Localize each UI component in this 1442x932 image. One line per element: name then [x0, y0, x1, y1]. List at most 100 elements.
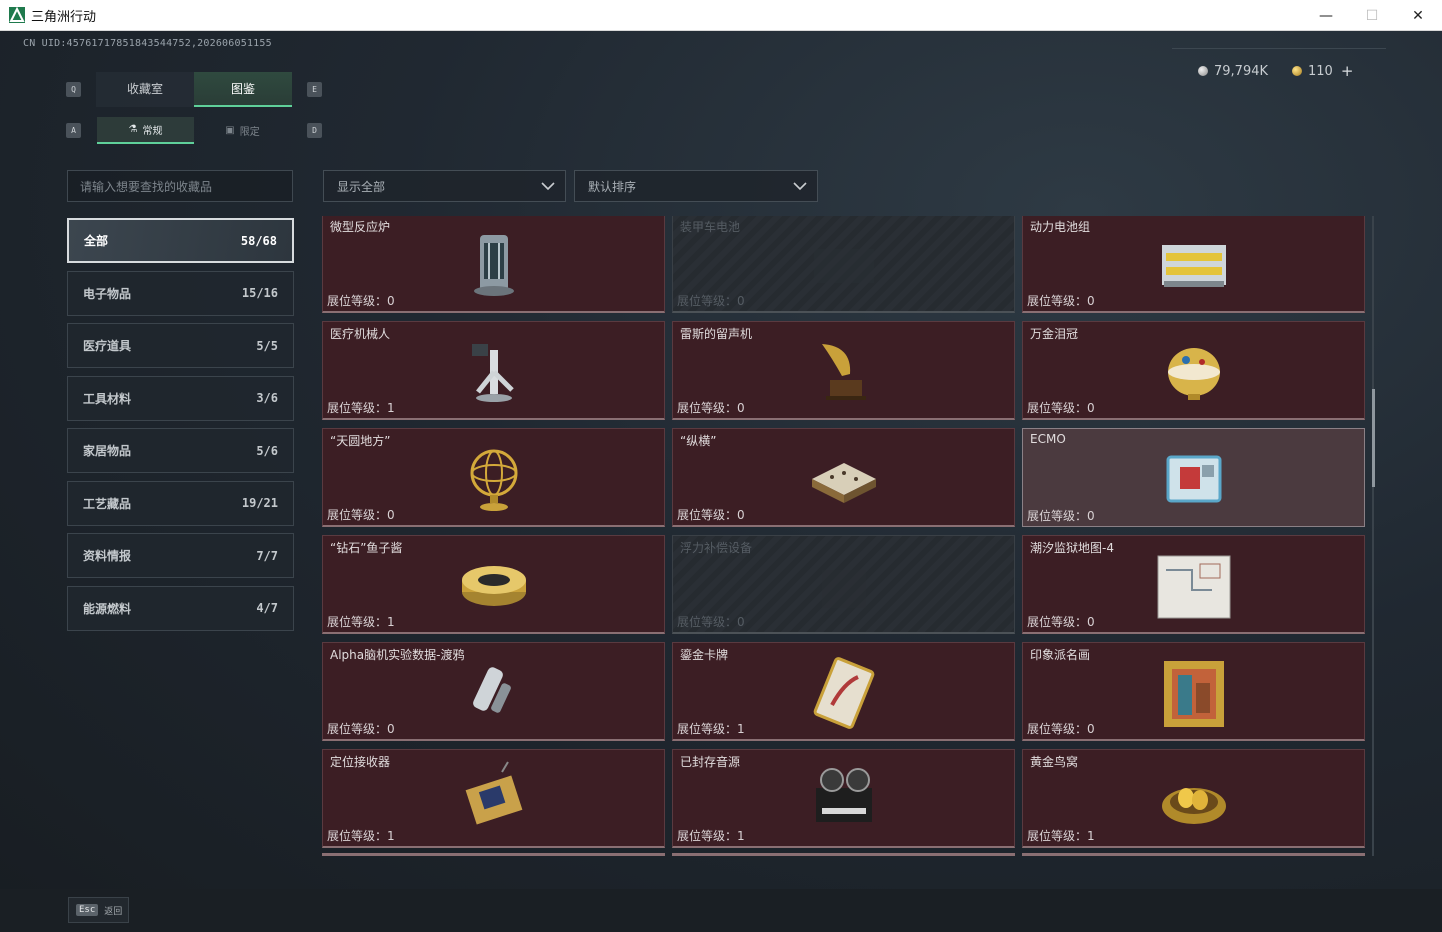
footer-bar [0, 889, 1442, 932]
category-count: 3/6 [256, 391, 278, 405]
booth-level: 展位等级：0 [327, 720, 395, 737]
booth-level-value: 0 [387, 722, 395, 736]
collectible-name: “天圆地方” [330, 434, 391, 448]
data-canister-icon [452, 653, 536, 731]
booth-level-label: 展位等级： [327, 294, 388, 308]
minimize-button[interactable]: — [1303, 0, 1349, 31]
collectible-name: 微型反应炉 [330, 220, 391, 234]
booth-level: 展位等级：0 [1027, 399, 1095, 416]
tab-regular[interactable]: ⚗ 常规 [97, 117, 194, 144]
add-currency-button[interactable]: + [1341, 62, 1354, 80]
scrollbar-thumb[interactable] [1372, 389, 1375, 487]
battery-pack-icon [1152, 225, 1236, 303]
window-title: 三角洲行动 [31, 9, 97, 25]
collectible-card[interactable]: Alpha脑机实验数据-渡鸦 展位等级：0 [322, 642, 665, 741]
collectible-card[interactable]: 鎏金卡牌 展位等级：1 [672, 642, 1015, 741]
collectible-name: 印象派名画 [1030, 648, 1091, 662]
category-list: 全部 58/68 电子物品 15/16 医疗道具 5/5 工具材料 3/6 家居物品 5/6 工艺藏… [67, 218, 294, 638]
scrollbar-track[interactable] [1372, 216, 1374, 856]
booth-level-label: 展位等级： [1027, 829, 1088, 843]
booth-level-label: 展位等级： [1027, 722, 1088, 736]
collectible-card[interactable]: 潮汐监狱地图-4 展位等级：0 [1022, 535, 1365, 634]
category-item[interactable]: 全部 58/68 [67, 218, 294, 263]
tab-limited-label: 限定 [239, 127, 260, 138]
collectible-card[interactable]: 印象派名画 展位等级：0 [1022, 642, 1365, 741]
flask-icon: ⚗ [128, 124, 138, 135]
category-item[interactable]: 能源燃料 4/7 [67, 585, 294, 631]
collectible-card[interactable]: “钻石”鱼子酱 展位等级：1 [322, 535, 665, 634]
collectible-name: “纵横” [680, 434, 717, 448]
booth-level-value: 0 [1087, 509, 1095, 523]
jeweled-egg-icon [1152, 332, 1236, 410]
collectible-card[interactable]: 装甲车电池 展位等级：0 [672, 216, 1015, 313]
esc-key-hint: Esc [76, 904, 99, 916]
category-item[interactable]: 工具材料 3/6 [67, 375, 294, 421]
collectible-name: 已封存音源 [680, 755, 741, 769]
limited-icon: ▣ [225, 125, 235, 136]
category-item[interactable]: 工艺藏品 19/21 [67, 480, 294, 526]
collectible-card[interactable]: ECMO 展位等级：0 [1022, 428, 1365, 527]
collectible-name: 雷斯的留声机 [680, 327, 753, 341]
booth-level: 展位等级：0 [1027, 507, 1095, 524]
gold-amount: 110 [1308, 63, 1333, 79]
category-item[interactable]: 资料情报 7/7 [67, 533, 294, 578]
category-name: 能源燃料 [83, 601, 132, 616]
booth-level: 展位等级：0 [677, 506, 745, 523]
category-item[interactable]: 医疗道具 5/5 [67, 323, 294, 368]
key-hint-e: E [307, 82, 322, 97]
collectible-card[interactable]: 万金泪冠 展位等级：0 [1022, 321, 1365, 420]
category-item[interactable]: 电子物品 15/16 [67, 270, 294, 316]
back-button[interactable]: Esc 返回 [68, 897, 129, 923]
battery-icon [802, 225, 886, 303]
booth-level: 展位等级：0 [677, 399, 745, 416]
search-input[interactable]: 请输入想要查找的收藏品 [67, 170, 293, 202]
booth-level-value: 1 [387, 401, 395, 415]
collectible-name: 浮力补偿设备 [680, 541, 753, 555]
buoyancy-device-icon [802, 546, 886, 624]
booth-level-value: 0 [1087, 294, 1095, 308]
booth-level: 展位等级：0 [1027, 292, 1095, 309]
tab-catalog[interactable]: 图鉴 [194, 72, 292, 107]
booth-level-value: 0 [387, 508, 395, 522]
collectible-card[interactable]: 已封存音源展位等级：1 [672, 749, 1015, 848]
booth-level: 展位等级：1 [327, 827, 395, 844]
category-name: 资料情报 [83, 549, 132, 563]
maximize-button[interactable]: ☐ [1349, 0, 1395, 31]
category-item[interactable]: 家居物品 5/6 [67, 428, 294, 473]
booth-level-label: 展位等级： [327, 401, 388, 415]
booth-level: 展位等级：1 [677, 827, 745, 844]
collectible-name: 潮汐监狱地图-4 [1030, 541, 1114, 555]
collectible-card[interactable]: 微型反应炉 展位等级：0 [322, 216, 665, 313]
collectible-card[interactable]: 定位接收器展位等级：1 [322, 749, 665, 848]
collectible-card[interactable]: 雷斯的留声机 展位等级：0 [672, 321, 1015, 420]
collectible-card[interactable]: 动力电池组 展位等级：0 [1022, 216, 1365, 313]
tab-limited[interactable]: ▣ 限定 [194, 117, 291, 144]
booth-level-value: 1 [387, 615, 395, 629]
collectible-card[interactable]: 医疗机械人 展位等级：1 [322, 321, 665, 420]
caviar-tin-icon [452, 546, 536, 624]
close-button[interactable]: ✕ [1395, 0, 1441, 31]
booth-level-value: 1 [737, 722, 745, 736]
booth-level-label: 展位等级： [677, 401, 738, 415]
silver-coin-icon [1198, 66, 1208, 76]
app-logo-icon [9, 7, 25, 23]
collectible-card[interactable]: “纵横” 展位等级：0 [672, 428, 1015, 527]
booth-level-label: 展位等级： [677, 294, 738, 308]
category-count: 5/5 [256, 338, 278, 353]
collectible-name: 定位接收器 [330, 755, 391, 769]
filter-dropdown[interactable]: 显示全部 [323, 170, 566, 202]
collectible-card[interactable]: 浮力补偿设备 展位等级：0 [672, 535, 1015, 634]
collectible-name: Alpha脑机实验数据-渡鸦 [330, 648, 465, 662]
booth-level: 展位等级：1 [677, 720, 745, 737]
category-count: 7/7 [256, 548, 278, 563]
category-name: 医疗道具 [83, 339, 132, 353]
chevron-down-icon [541, 182, 555, 191]
collectible-card[interactable]: 黄金鸟窝 展位等级：1 [1022, 749, 1365, 848]
category-name: 全部 [84, 234, 109, 248]
collectible-name: 黄金鸟窝 [1030, 755, 1079, 769]
medical-robot-icon [452, 332, 536, 410]
sort-dropdown[interactable]: 默认排序 [574, 170, 818, 202]
collectible-card[interactable]: “天圆地方” 展位等级：0 [322, 428, 665, 527]
category-count: 4/7 [256, 601, 278, 615]
tab-collection-room[interactable]: 收藏室 [96, 72, 194, 107]
